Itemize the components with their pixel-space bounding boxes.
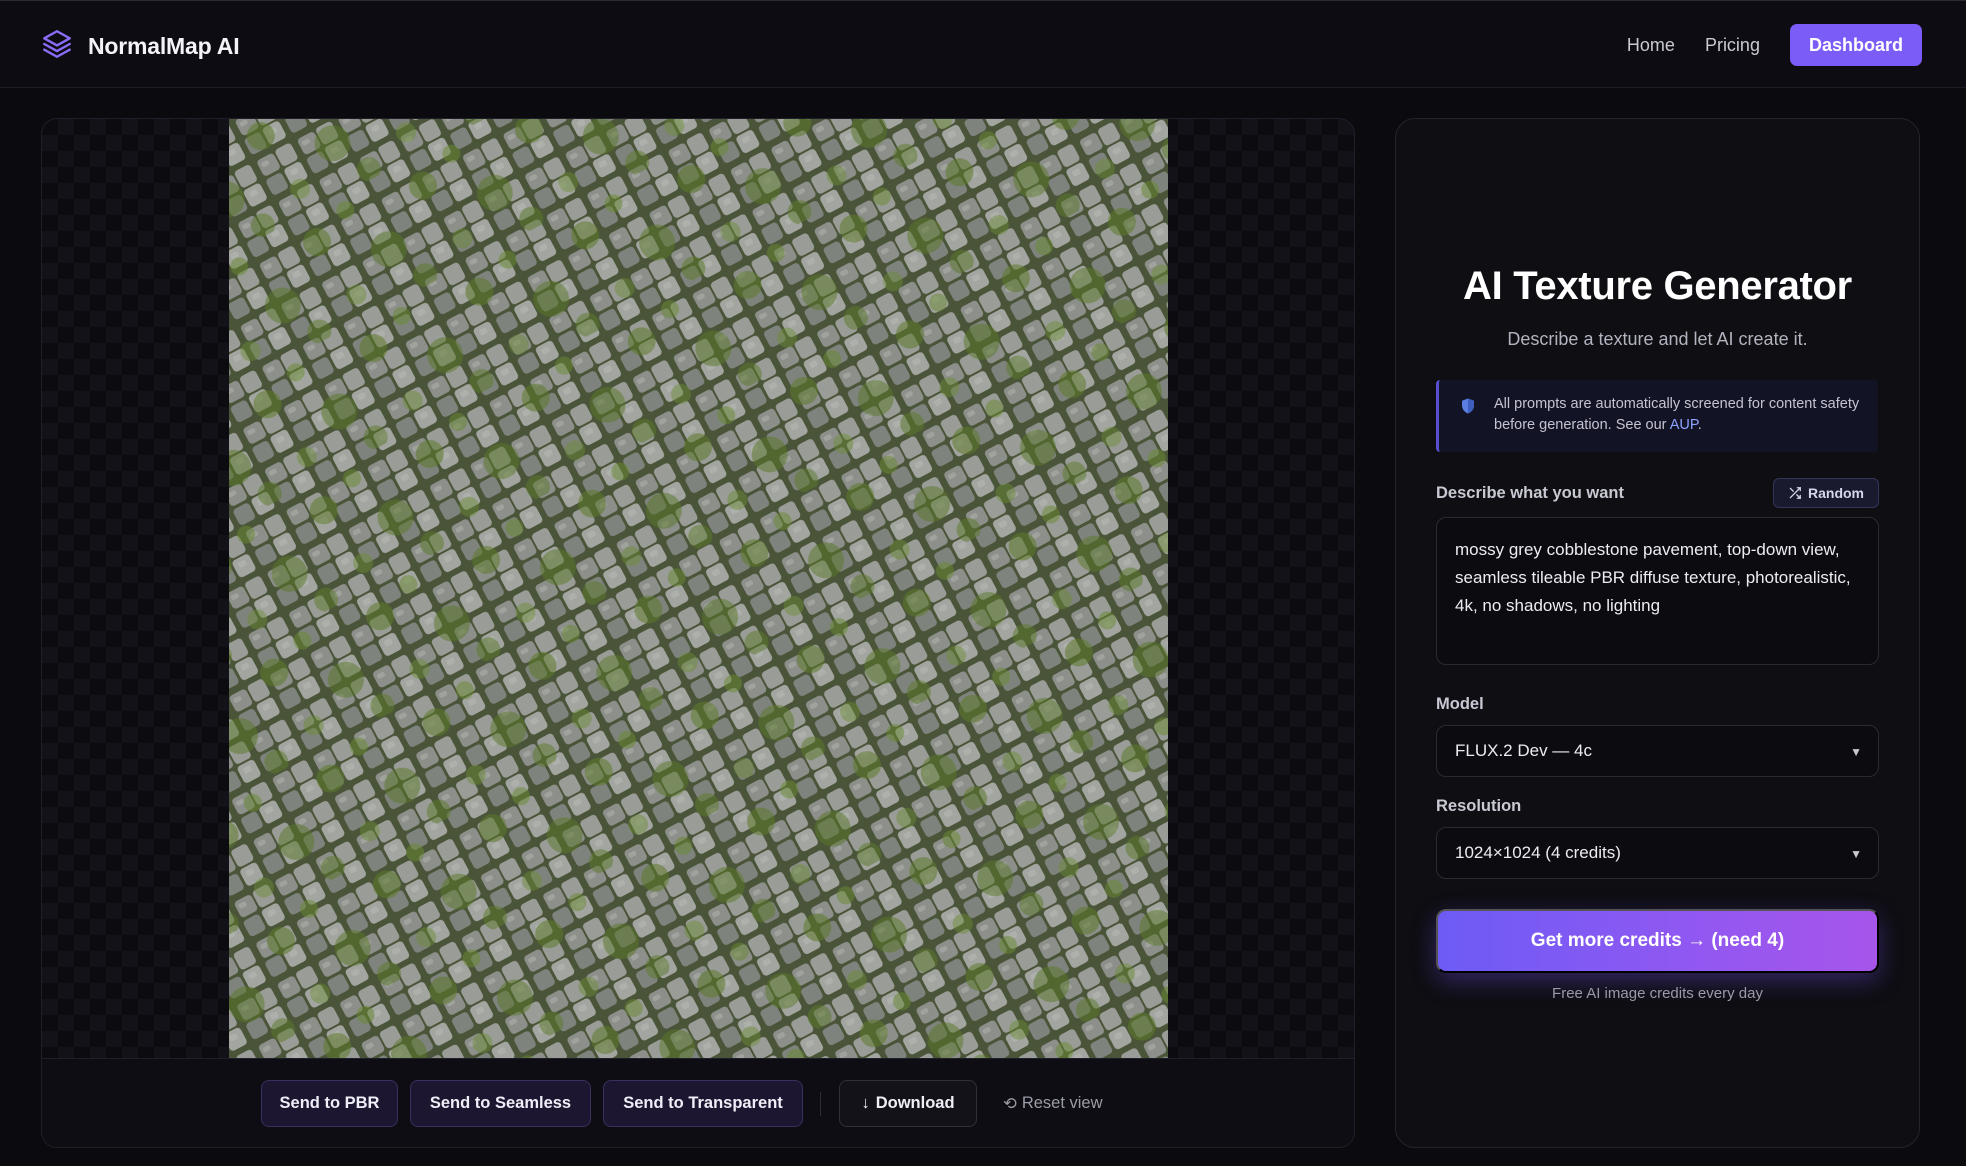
main-nav: Home Pricing Dashboard [1627,24,1922,66]
get-more-credits-button[interactable]: Get more credits → (need 4) [1436,909,1879,973]
reset-view-button[interactable]: ⟲ Reset view [1003,1080,1103,1127]
dashboard-button[interactable]: Dashboard [1789,24,1922,66]
notice-suffix: . [1697,417,1702,433]
preview-toolbar: Send to PBR Send to Seamless Send to Tra… [42,1058,1354,1147]
layers-icon [40,27,74,66]
nav-pricing-link[interactable]: Pricing [1705,35,1760,56]
send-to-transparent-button[interactable]: Send to Transparent [603,1080,803,1127]
model-select[interactable]: FLUX.2 Dev — 4c ▼ [1436,725,1879,777]
aup-link[interactable]: AUP [1670,417,1698,433]
model-select-value: FLUX.2 Dev — 4c [1455,741,1592,760]
safety-notice: All prompts are automatically screened f… [1436,380,1878,452]
credits-note: Free AI image credits every day [1552,985,1763,1002]
resolution-select[interactable]: 1024×1024 (4 credits) ▼ [1436,827,1879,879]
random-button[interactable]: Random [1773,478,1879,508]
download-button[interactable]: ↓ Download [839,1080,977,1127]
rotate-ccw-icon: ⟲ [1003,1094,1017,1113]
brand[interactable]: NormalMap AI [40,27,240,66]
page-title: AI Texture Generator [1463,264,1852,308]
chevron-down-icon: ▼ [1850,847,1862,861]
arrow-down-icon: ↓ [861,1094,870,1112]
prompt-input[interactable]: mossy grey cobblestone pavement, top-dow… [1436,517,1879,665]
model-label: Model [1436,695,1484,713]
top-nav-bar: NormalMap AI Home Pricing Dashboard [0,0,1966,88]
send-to-pbr-button[interactable]: Send to PBR [261,1080,398,1127]
random-label: Random [1808,485,1864,501]
brand-name: NormalMap AI [88,33,240,59]
texture-image[interactable] [229,119,1168,1058]
shuffle-icon [1789,487,1801,499]
prompt-label: Describe what you want [1436,484,1624,502]
page-subtitle: Describe a texture and let AI create it. [1507,329,1808,349]
safety-notice-text: All prompts are automatically screened f… [1494,394,1864,436]
nav-home-link[interactable]: Home [1627,35,1675,56]
download-label: Download [875,1094,955,1112]
resolution-select-value: 1024×1024 (4 credits) [1455,843,1621,862]
shield-icon [1462,398,1474,414]
generator-panel: AI Texture Generator Describe a texture … [1395,118,1920,1148]
send-to-seamless-button[interactable]: Send to Seamless [410,1080,591,1127]
reset-view-label: Reset view [1021,1094,1103,1112]
toolbar-divider [820,1092,821,1116]
chevron-down-icon: ▼ [1850,745,1862,759]
resolution-label: Resolution [1436,797,1522,815]
cobblestone-texture [229,119,1168,1058]
texture-preview-panel: Send to PBR Send to Seamless Send to Tra… [41,118,1355,1148]
